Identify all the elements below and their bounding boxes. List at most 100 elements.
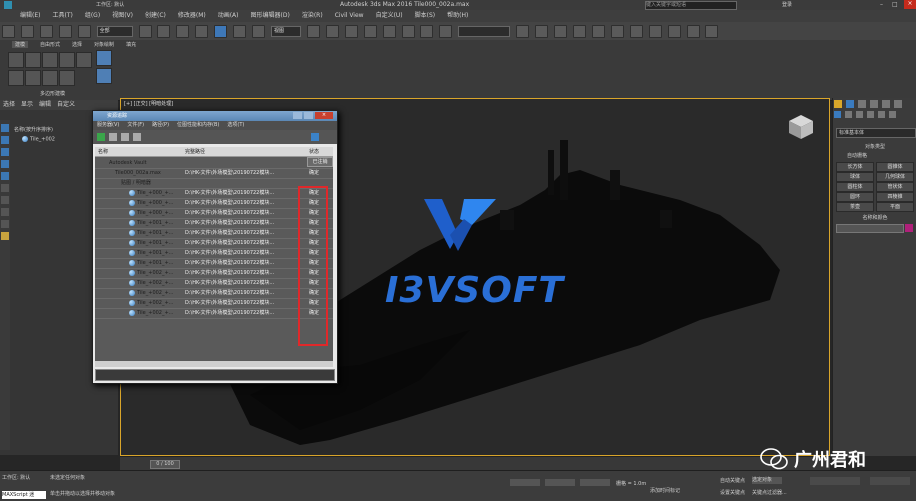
dialog-menu-3[interactable]: 位图性能和内存(B)	[177, 122, 219, 128]
filter-spacewarps-icon[interactable]	[1, 196, 9, 204]
menu-item-10[interactable]: 自定义(U)	[376, 10, 403, 22]
spacewarps-icon[interactable]	[888, 111, 896, 118]
menu-item-7[interactable]: 图形编辑器(D)	[251, 10, 290, 22]
select-by-name-icon[interactable]	[157, 25, 171, 38]
object-name-input[interactable]	[836, 224, 904, 233]
help-icon[interactable]	[311, 133, 319, 141]
ribbon-tab-1[interactable]: 自由形式	[40, 41, 60, 48]
asset-row[interactable]: Autodesk Vault	[95, 159, 333, 169]
utilities-tab-icon[interactable]	[893, 100, 902, 108]
viewport-label[interactable]: [+] [正交] [明暗处理]	[124, 100, 173, 107]
menu-item-11[interactable]: 脚本(S)	[415, 10, 436, 22]
named-selection-sets[interactable]	[458, 26, 511, 37]
filter-cameras-icon[interactable]	[1, 172, 9, 180]
menu-item-8[interactable]: 渲染(R)	[302, 10, 323, 22]
window-crossing-icon[interactable]	[195, 25, 209, 38]
menu-item-0[interactable]: 编辑(E)	[20, 10, 40, 22]
column-status[interactable]: 状态	[309, 148, 319, 155]
scene-menu-1[interactable]: 显示	[21, 101, 33, 108]
key-filters-button[interactable]: 关键点过滤器...	[752, 489, 787, 496]
display-filter-icon[interactable]	[1, 124, 9, 132]
menu-item-6[interactable]: 动画(A)	[218, 10, 239, 22]
ribbon-button-11[interactable]	[96, 68, 112, 84]
ribbon-button-6[interactable]	[96, 50, 112, 66]
ribbon-button-10[interactable]	[59, 70, 75, 86]
dialog-menu-0[interactable]: 服务器(V)	[97, 122, 119, 128]
scene-tree-header[interactable]: 名称(按升序排序)	[14, 126, 53, 133]
column-path[interactable]: 完整路径	[185, 148, 205, 155]
edit-named-sets-icon[interactable]	[439, 25, 453, 38]
helpers-icon[interactable]	[877, 111, 885, 118]
menu-item-3[interactable]: 视图(V)	[112, 10, 133, 22]
primitive-button-5[interactable]: 管状体	[876, 182, 914, 192]
playback-controls[interactable]	[810, 477, 860, 485]
primitive-button-4[interactable]: 圆柱体	[836, 182, 874, 192]
filter-lights-icon[interactable]	[1, 160, 9, 168]
curve-editor-icon[interactable]	[591, 25, 605, 38]
close-button[interactable]: ×	[904, 0, 916, 9]
lights-icon[interactable]	[855, 111, 863, 118]
material-editor-icon[interactable]	[629, 25, 643, 38]
menu-item-12[interactable]: 帮助(H)	[447, 10, 468, 22]
primitive-button-1[interactable]: 圆锥体	[876, 162, 914, 172]
ribbon-button-2[interactable]	[25, 52, 41, 68]
select-rotate-icon[interactable]	[233, 25, 247, 38]
primitive-button-8[interactable]: 茶壶	[836, 202, 874, 212]
workspace-selector[interactable]: 工作区: 默认	[96, 1, 124, 8]
z-coordinate-field[interactable]	[580, 479, 610, 486]
menu-item-9[interactable]: Civil View	[335, 10, 364, 22]
app-logo-icon[interactable]	[4, 1, 12, 9]
filter-helpers-icon[interactable]	[1, 184, 9, 192]
scene-menu-2[interactable]: 编辑	[39, 101, 51, 108]
workspace-label[interactable]: 工作区: 默认	[2, 474, 30, 481]
bind-space-warp-icon[interactable]	[77, 25, 91, 38]
undo-icon[interactable]	[2, 25, 15, 38]
render-production-icon[interactable]	[686, 25, 700, 38]
align-icon[interactable]	[535, 25, 549, 38]
ribbon-button-9[interactable]	[42, 70, 58, 86]
snaps-toggle-icon[interactable]	[363, 25, 377, 38]
menu-item-5[interactable]: 修改器(M)	[178, 10, 206, 22]
redo-icon[interactable]	[20, 25, 34, 38]
column-name[interactable]: 名称	[98, 148, 108, 155]
select-object-icon[interactable]	[138, 25, 152, 38]
select-scale-icon[interactable]	[252, 25, 266, 38]
maxscript-listener[interactable]: MAXScript 迷	[2, 491, 46, 499]
time-slider-handle[interactable]: 0 / 100	[150, 460, 180, 469]
ribbon-tab-3[interactable]: 对象绘制	[94, 41, 114, 48]
ribbon-button-5[interactable]	[76, 52, 92, 68]
dialog-minimize-button[interactable]	[293, 112, 302, 119]
selection-filter-dropdown[interactable]: 全部	[96, 26, 133, 37]
asset-row[interactable]: Tile000_002a.max D:\HK-文件\外场模型\20190722模块…	[95, 169, 333, 179]
scene-tree-item[interactable]: Tile_+002	[22, 136, 55, 143]
primitive-button-0[interactable]: 长方体	[836, 162, 874, 172]
get-latest-icon[interactable]	[133, 133, 141, 141]
keyboard-shortcut-icon[interactable]	[344, 25, 358, 38]
primitive-button-2[interactable]: 球体	[836, 172, 874, 182]
checkout-icon[interactable]	[109, 133, 117, 141]
display-tab-icon[interactable]	[881, 100, 890, 108]
dialog-maximize-button[interactable]	[304, 112, 313, 119]
dialog-menu-1[interactable]: 文件(F)	[127, 122, 144, 128]
object-color-swatch[interactable]	[905, 224, 913, 232]
dialog-menu-2[interactable]: 路径(P)	[152, 122, 169, 128]
percent-snap-icon[interactable]	[401, 25, 415, 38]
filter-bones-icon[interactable]	[1, 232, 9, 240]
ribbon-button-3[interactable]	[42, 52, 58, 68]
ribbon-button-7[interactable]	[8, 70, 24, 86]
modify-tab-icon[interactable]	[845, 100, 854, 108]
reference-coord-dropdown[interactable]: 视图	[270, 26, 301, 37]
link-icon[interactable]	[39, 25, 53, 38]
rect-selection-icon[interactable]	[176, 25, 190, 38]
angle-snap-icon[interactable]	[382, 25, 396, 38]
motion-tab-icon[interactable]	[869, 100, 878, 108]
mirror-icon[interactable]	[516, 25, 530, 38]
primitive-button-7[interactable]: 四棱锥	[876, 192, 914, 202]
auto-key-button[interactable]: 自动关键点	[720, 477, 745, 484]
rendered-frame-window-icon[interactable]	[667, 25, 681, 38]
login-link[interactable]: 登录	[782, 1, 792, 8]
render-iterative-icon[interactable]	[705, 25, 719, 38]
select-move-icon[interactable]	[214, 25, 228, 38]
scene-menu-0[interactable]: 选择	[3, 101, 15, 108]
filter-xrefs-icon[interactable]	[1, 220, 9, 228]
